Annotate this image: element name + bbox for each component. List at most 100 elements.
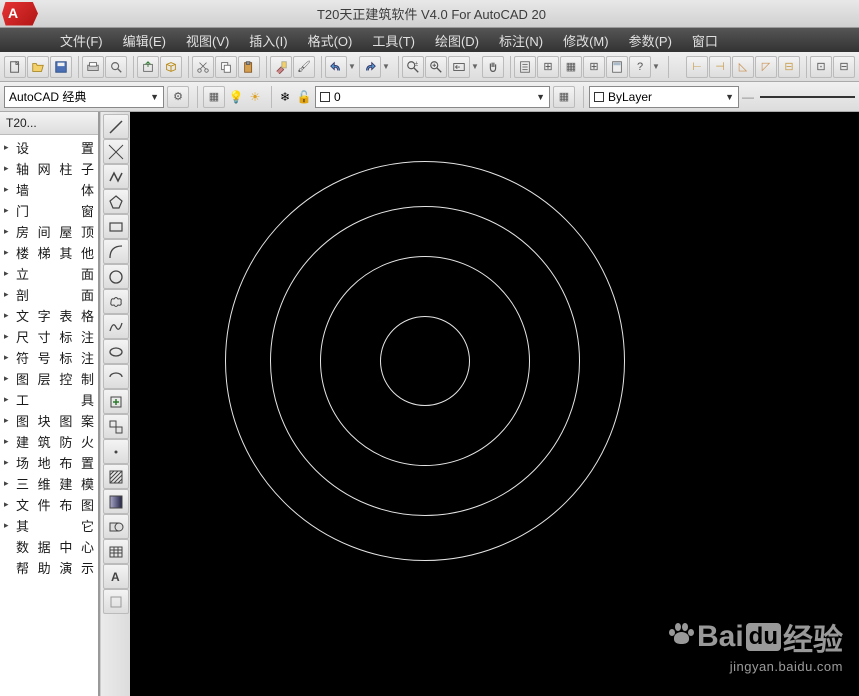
new-button[interactable] bbox=[4, 56, 26, 78]
circle-tool[interactable] bbox=[103, 264, 129, 289]
rect-tool[interactable] bbox=[103, 214, 129, 239]
copy-button[interactable] bbox=[215, 56, 237, 78]
workspace-combo[interactable]: AutoCAD 经典 ▼ bbox=[4, 86, 164, 108]
palette2-button[interactable]: ⊞ bbox=[583, 56, 605, 78]
gradient-tool[interactable] bbox=[103, 489, 129, 514]
tree-item-elevation[interactable]: ▸立 面 bbox=[2, 263, 96, 284]
revcloud-tool[interactable] bbox=[103, 289, 129, 314]
save-button[interactable] bbox=[50, 56, 72, 78]
tree-item-symbol[interactable]: ▸符号标注 bbox=[2, 347, 96, 368]
tree-item-site[interactable]: ▸场地布置 bbox=[2, 452, 96, 473]
tree-item-wall[interactable]: ▸墙 体 bbox=[2, 179, 96, 200]
redo-dropdown-icon[interactable]: ▼ bbox=[382, 62, 392, 71]
tree-item-stair[interactable]: ▸楼梯其他 bbox=[2, 242, 96, 263]
arc-tool[interactable] bbox=[103, 239, 129, 264]
annotate-2-button[interactable]: ⊟ bbox=[833, 56, 855, 78]
region-tool[interactable] bbox=[103, 514, 129, 539]
layer-combo[interactable]: 0 ▼ bbox=[315, 86, 550, 108]
lineweight-display[interactable]: — bbox=[742, 90, 855, 104]
measure-2-button[interactable]: ⊣ bbox=[709, 56, 731, 78]
sun-icon[interactable]: ☀ bbox=[247, 89, 263, 105]
drawing-canvas[interactable]: Baidu经验 jingyan.baidu.com bbox=[130, 112, 859, 696]
mtext-tool[interactable]: A bbox=[103, 564, 129, 589]
cut-button[interactable] bbox=[192, 56, 214, 78]
hatch-tool[interactable] bbox=[103, 464, 129, 489]
tree-item-settings[interactable]: ▸设 置 bbox=[2, 137, 96, 158]
point-tool[interactable] bbox=[103, 439, 129, 464]
workspace-settings-icon[interactable]: ⚙ bbox=[167, 86, 189, 108]
lightbulb-icon[interactable]: 💡 bbox=[228, 89, 244, 105]
menu-window[interactable]: 窗口 bbox=[682, 28, 728, 53]
menu-param[interactable]: 参数(P) bbox=[619, 28, 682, 53]
paste-button[interactable] bbox=[238, 56, 260, 78]
pan-button[interactable] bbox=[482, 56, 504, 78]
tree-item-room[interactable]: ▸房间屋顶 bbox=[2, 221, 96, 242]
tree-list[interactable]: ▸设 置 ▸轴网柱子 ▸墙 体 ▸门 窗 ▸房间屋顶 ▸楼梯其他 ▸立 面 ▸剖… bbox=[0, 135, 98, 696]
menu-tools[interactable]: 工具(T) bbox=[362, 28, 425, 53]
menu-dim[interactable]: 标注(N) bbox=[489, 28, 553, 53]
xline-tool[interactable] bbox=[103, 139, 129, 164]
tree-item-dim[interactable]: ▸尺寸标注 bbox=[2, 326, 96, 347]
tree-item-3d[interactable]: ▸三维建模 bbox=[2, 473, 96, 494]
lock-icon[interactable]: 🔓 bbox=[296, 89, 312, 105]
tool-palette-button[interactable]: ▦ bbox=[560, 56, 582, 78]
tree-item-block[interactable]: ▸图块图案 bbox=[2, 410, 96, 431]
measure-1-button[interactable]: ⊢ bbox=[686, 56, 708, 78]
menu-insert[interactable]: 插入(I) bbox=[239, 28, 297, 53]
autocad-app-icon[interactable] bbox=[2, 2, 38, 26]
tree-item-help[interactable]: 帮助演示 bbox=[2, 557, 96, 578]
annotate-1-button[interactable]: ⊡ bbox=[810, 56, 832, 78]
block-tool[interactable] bbox=[103, 414, 129, 439]
menu-file[interactable]: 文件(F) bbox=[50, 28, 113, 53]
open-button[interactable] bbox=[27, 56, 49, 78]
zoom-realtime-button[interactable]: ± bbox=[402, 56, 424, 78]
measure-4-button[interactable]: ◸ bbox=[755, 56, 777, 78]
insert-tool[interactable] bbox=[103, 389, 129, 414]
help-dropdown-icon[interactable]: ▼ bbox=[652, 62, 662, 71]
tree-item-data[interactable]: 数据中心 bbox=[2, 536, 96, 557]
tree-item-text[interactable]: ▸文字表格 bbox=[2, 305, 96, 326]
tree-item-other[interactable]: ▸其 它 bbox=[2, 515, 96, 536]
polyline-tool[interactable] bbox=[103, 164, 129, 189]
menu-edit[interactable]: 编辑(E) bbox=[113, 28, 176, 53]
plot-button[interactable] bbox=[82, 56, 104, 78]
ellipse-arc-tool[interactable] bbox=[103, 364, 129, 389]
tree-item-file[interactable]: ▸文件布图 bbox=[2, 494, 96, 515]
spline-tool[interactable] bbox=[103, 314, 129, 339]
calc-button[interactable] bbox=[606, 56, 628, 78]
line-tool[interactable] bbox=[103, 114, 129, 139]
publish-button[interactable] bbox=[137, 56, 159, 78]
menu-draw[interactable]: 绘图(D) bbox=[425, 28, 489, 53]
help-button[interactable]: ? bbox=[629, 56, 651, 78]
freeze-icon[interactable]: ❄ bbox=[277, 89, 293, 105]
extra-tool[interactable] bbox=[103, 589, 129, 614]
undo-dropdown-icon[interactable]: ▼ bbox=[348, 62, 358, 71]
linetype-combo[interactable]: ByLayer ▼ bbox=[589, 86, 739, 108]
xref-button[interactable]: ⊞ bbox=[537, 56, 559, 78]
undo-button[interactable] bbox=[325, 56, 347, 78]
tree-item-axis[interactable]: ▸轴网柱子 bbox=[2, 158, 96, 179]
redo-button[interactable] bbox=[359, 56, 381, 78]
tree-item-tool[interactable]: ▸工 具 bbox=[2, 389, 96, 410]
layer-prop-button[interactable]: ▦ bbox=[203, 86, 225, 108]
layer-match-button[interactable]: ▦ bbox=[553, 86, 575, 108]
tree-item-fire[interactable]: ▸建筑防火 bbox=[2, 431, 96, 452]
match-button[interactable] bbox=[270, 56, 292, 78]
menu-view[interactable]: 视图(V) bbox=[176, 28, 239, 53]
tree-item-layer[interactable]: ▸图层控制 bbox=[2, 368, 96, 389]
3ddwf-button[interactable] bbox=[160, 56, 182, 78]
tree-item-door[interactable]: ▸门 窗 bbox=[2, 200, 96, 221]
preview-button[interactable] bbox=[105, 56, 127, 78]
zoom-dropdown-icon[interactable]: ▼ bbox=[471, 62, 481, 71]
sheet-button[interactable] bbox=[514, 56, 536, 78]
menu-modify[interactable]: 修改(M) bbox=[553, 28, 619, 53]
brush2-button[interactable]: 🖌 bbox=[293, 56, 315, 78]
tree-item-section[interactable]: ▸剖 面 bbox=[2, 284, 96, 305]
measure-3-button[interactable]: ◺ bbox=[732, 56, 754, 78]
table-tool[interactable] bbox=[103, 539, 129, 564]
zoom-window-button[interactable] bbox=[425, 56, 447, 78]
menu-format[interactable]: 格式(O) bbox=[298, 28, 363, 53]
zoom-prev-button[interactable] bbox=[448, 56, 470, 78]
ellipse-tool[interactable] bbox=[103, 339, 129, 364]
polygon-tool[interactable] bbox=[103, 189, 129, 214]
